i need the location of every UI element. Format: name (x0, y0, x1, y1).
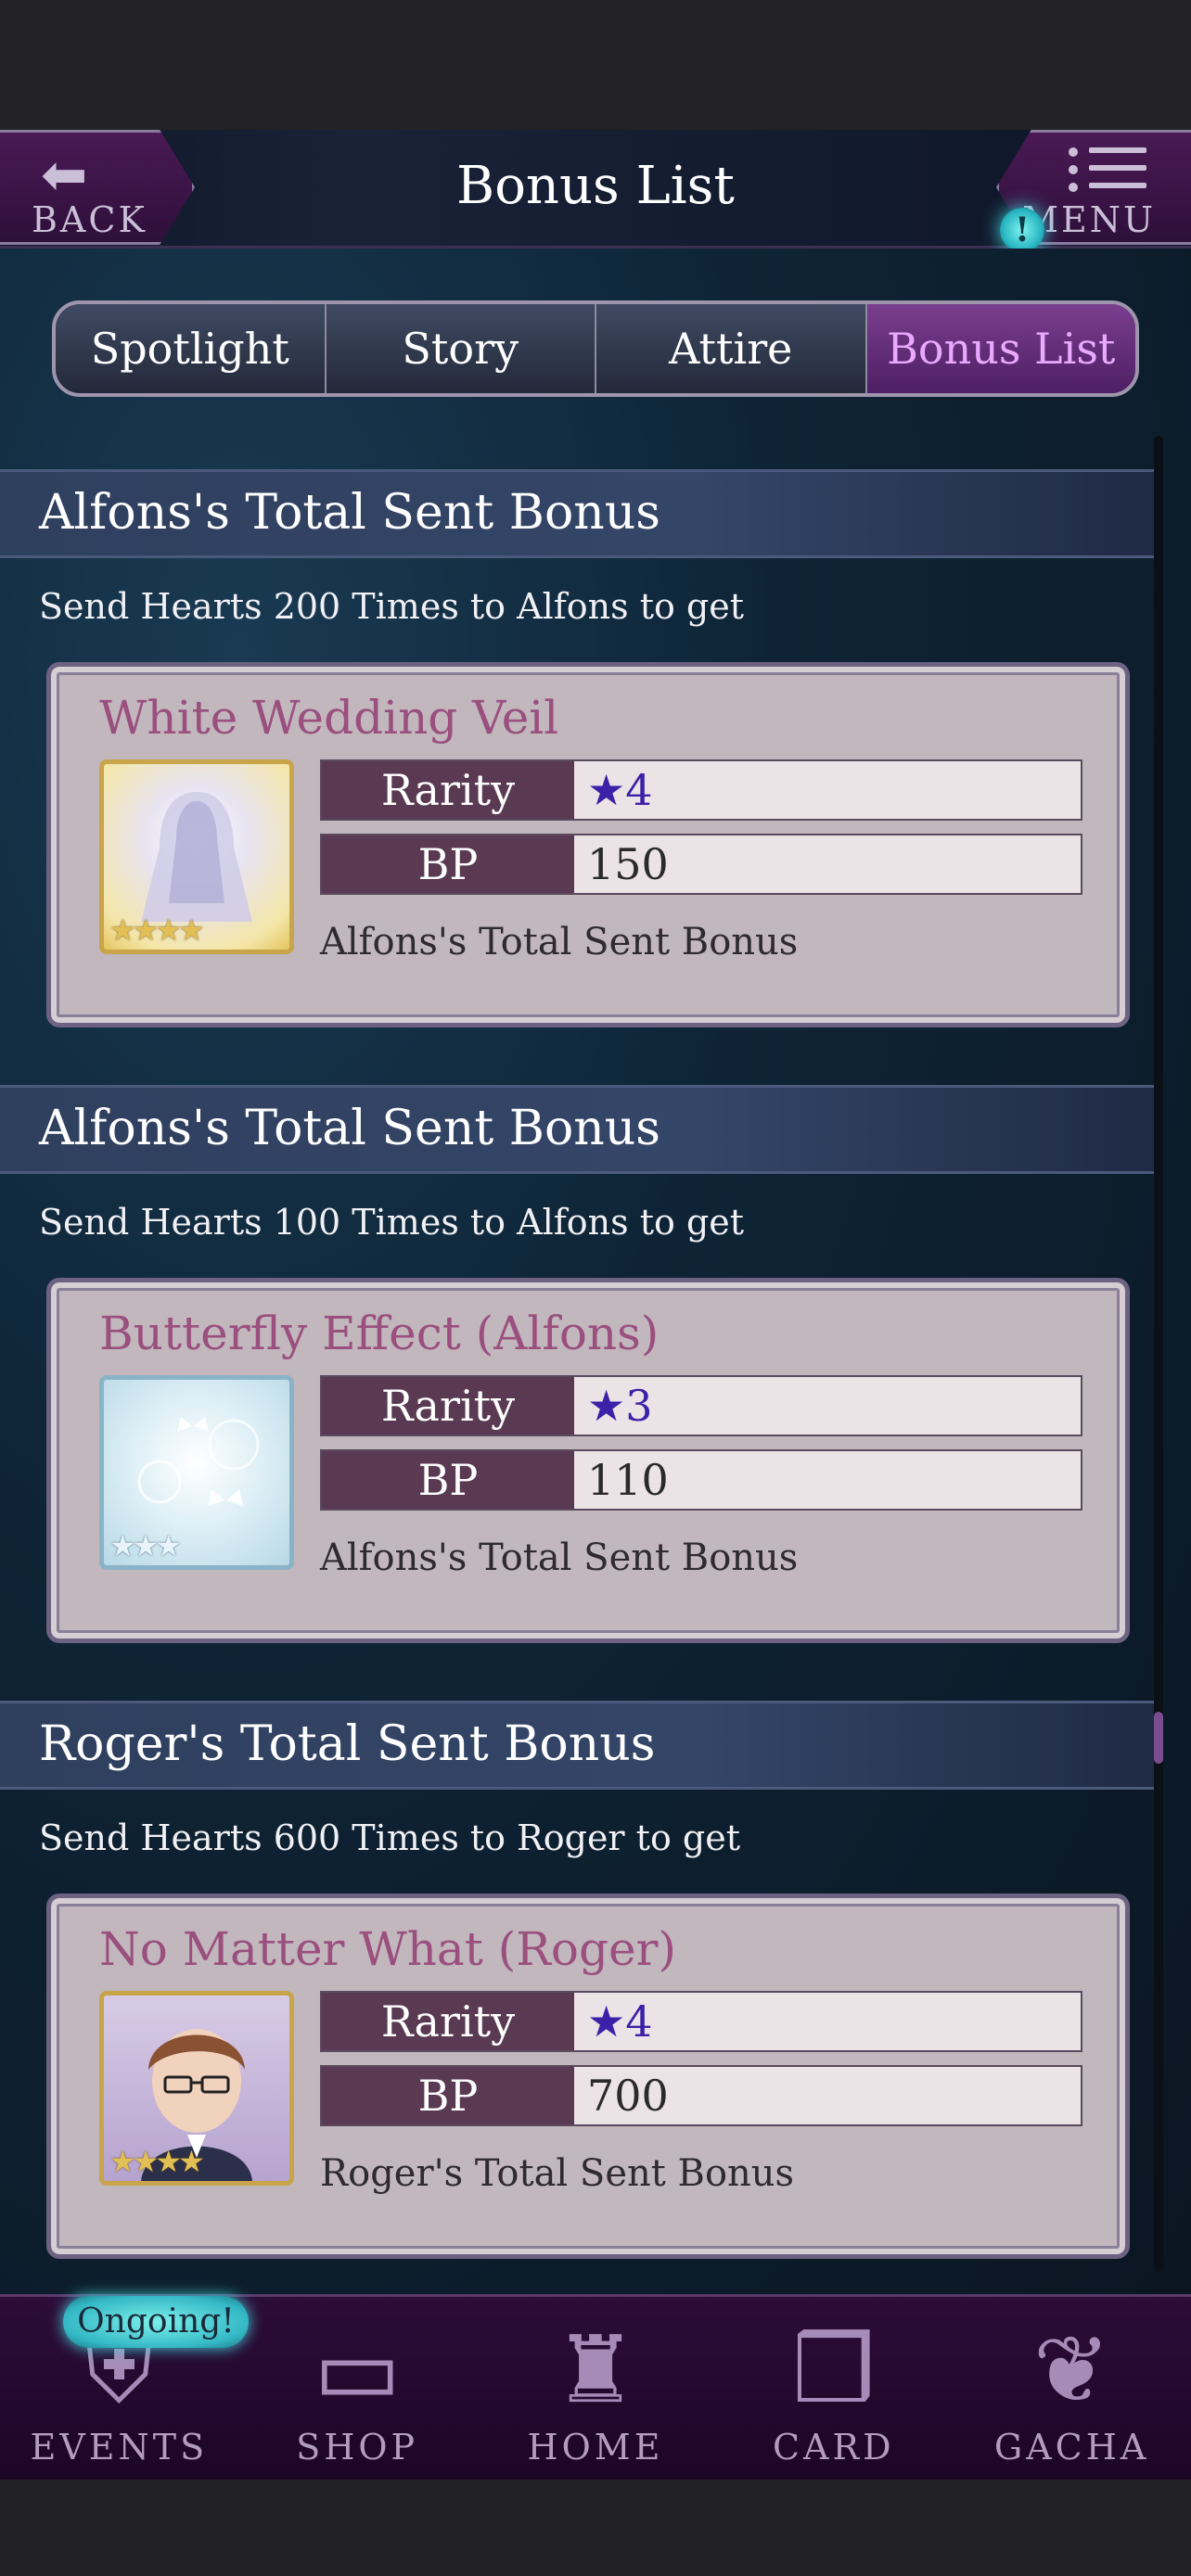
roger-card-thumbnail[interactable]: ★★★★ (99, 1991, 294, 2186)
scrollbar-thumb[interactable] (1154, 1712, 1163, 1764)
item-name: White Wedding Veil (99, 691, 559, 745)
item-name: No Matter What (Roger) (99, 1922, 676, 1976)
rarity-row: Rarity ★4 (320, 759, 1082, 821)
bp-label: BP (322, 835, 574, 893)
bonus-card: Butterfly Effect (Alfons) ★★★ Rarity ★3 … (46, 1278, 1130, 1643)
nav-label-home: HOME (527, 2427, 664, 2468)
bp-value: 110 (574, 1451, 1081, 1509)
rarity-row: Rarity ★3 (320, 1375, 1082, 1436)
bonus-condition: Send Hearts 100 Times to Alfons to get (39, 1202, 745, 1243)
nav-label-gacha: GACHA (993, 2427, 1150, 2468)
bonus-section-header: Alfons's Total Sent Bonus (0, 469, 1154, 558)
menu-alert-badge: ! (1000, 208, 1044, 252)
rarity-stars-icon: ★★★★ (109, 912, 205, 948)
bonus-section-header: Alfons's Total Sent Bonus (0, 1085, 1154, 1174)
rarity-value: ★4 (574, 761, 1081, 819)
scrollbar-track[interactable] (1154, 436, 1163, 2272)
system-bottom-bar (0, 2480, 1191, 2576)
nav-card[interactable]: ❒ CARD (714, 2297, 953, 2480)
tab-attire[interactable]: Attire (596, 304, 867, 393)
bonus-section-header: Roger's Total Sent Bonus (0, 1701, 1154, 1790)
section-title: Alfons's Total Sent Bonus (39, 1101, 660, 1156)
item-source: Alfons's Total Sent Bonus (320, 1537, 799, 1579)
rarity-row: Rarity ★4 (320, 1991, 1082, 2052)
item-source: Roger's Total Sent Bonus (320, 2152, 795, 2195)
rarity-stars-icon: ★★★★ (109, 2144, 205, 2179)
nav-label-shop: SHOP (296, 2427, 419, 2468)
veil-item-thumbnail[interactable]: ★★★★ (99, 759, 294, 954)
butterfly-icon: ❦ (1032, 2315, 1111, 2424)
rarity-value: ★3 (574, 1377, 1081, 1435)
item-source: Alfons's Total Sent Bonus (320, 921, 799, 963)
section-title: Roger's Total Sent Bonus (39, 1716, 656, 1772)
nav-gacha[interactable]: ❦ GACHA (953, 2297, 1191, 2480)
nav-home[interactable]: ♜ HOME (477, 2297, 715, 2480)
bp-row: BP 110 (320, 1449, 1082, 1511)
rarity-value: ★4 (574, 1993, 1081, 2050)
butterfly-item-thumbnail[interactable]: ★★★ (99, 1375, 294, 1570)
castle-icon: ♜ (554, 2315, 637, 2424)
nav-shop[interactable]: ▭ SHOP (238, 2297, 477, 2480)
bp-label: BP (322, 1451, 574, 1509)
item-name: Butterfly Effect (Alfons) (99, 1307, 660, 1360)
tab-bar: Spotlight Story Attire Bonus List (52, 300, 1139, 397)
bp-value: 150 (574, 835, 1081, 893)
page-title: Bonus List (456, 156, 735, 216)
tab-story[interactable]: Story (327, 304, 596, 393)
status-area (0, 0, 1191, 130)
rarity-label: Rarity (322, 1377, 574, 1435)
ongoing-badge: Ongoing! (63, 2296, 249, 2348)
nav-label-events: EVENTS (30, 2427, 209, 2468)
bonus-card: White Wedding Veil ★★★★ Rarity ★4 BP 150… (46, 662, 1130, 1027)
nav-label-card: CARD (772, 2427, 895, 2468)
bonus-condition: Send Hearts 600 Times to Roger to get (39, 1817, 740, 1858)
bp-value: 700 (574, 2067, 1081, 2124)
rarity-label: Rarity (322, 1993, 574, 2050)
tab-bonus-list[interactable]: Bonus List (866, 304, 1135, 393)
cards-icon: ❒ (791, 2315, 876, 2424)
bp-row: BP 150 (320, 834, 1082, 895)
tab-spotlight[interactable]: Spotlight (56, 304, 327, 393)
bp-label: BP (322, 2067, 574, 2124)
rarity-label: Rarity (322, 761, 574, 819)
section-title: Alfons's Total Sent Bonus (39, 485, 660, 541)
rarity-stars-icon: ★★★ (109, 1528, 182, 1563)
bp-row: BP 700 (320, 2065, 1082, 2126)
bonus-card: No Matter What (Roger) ★★★★ Rarity ★4 BP… (46, 1894, 1130, 2259)
bonus-condition: Send Hearts 200 Times to Alfons to get (39, 586, 745, 627)
shop-sign-icon: ▭ (313, 2315, 402, 2424)
